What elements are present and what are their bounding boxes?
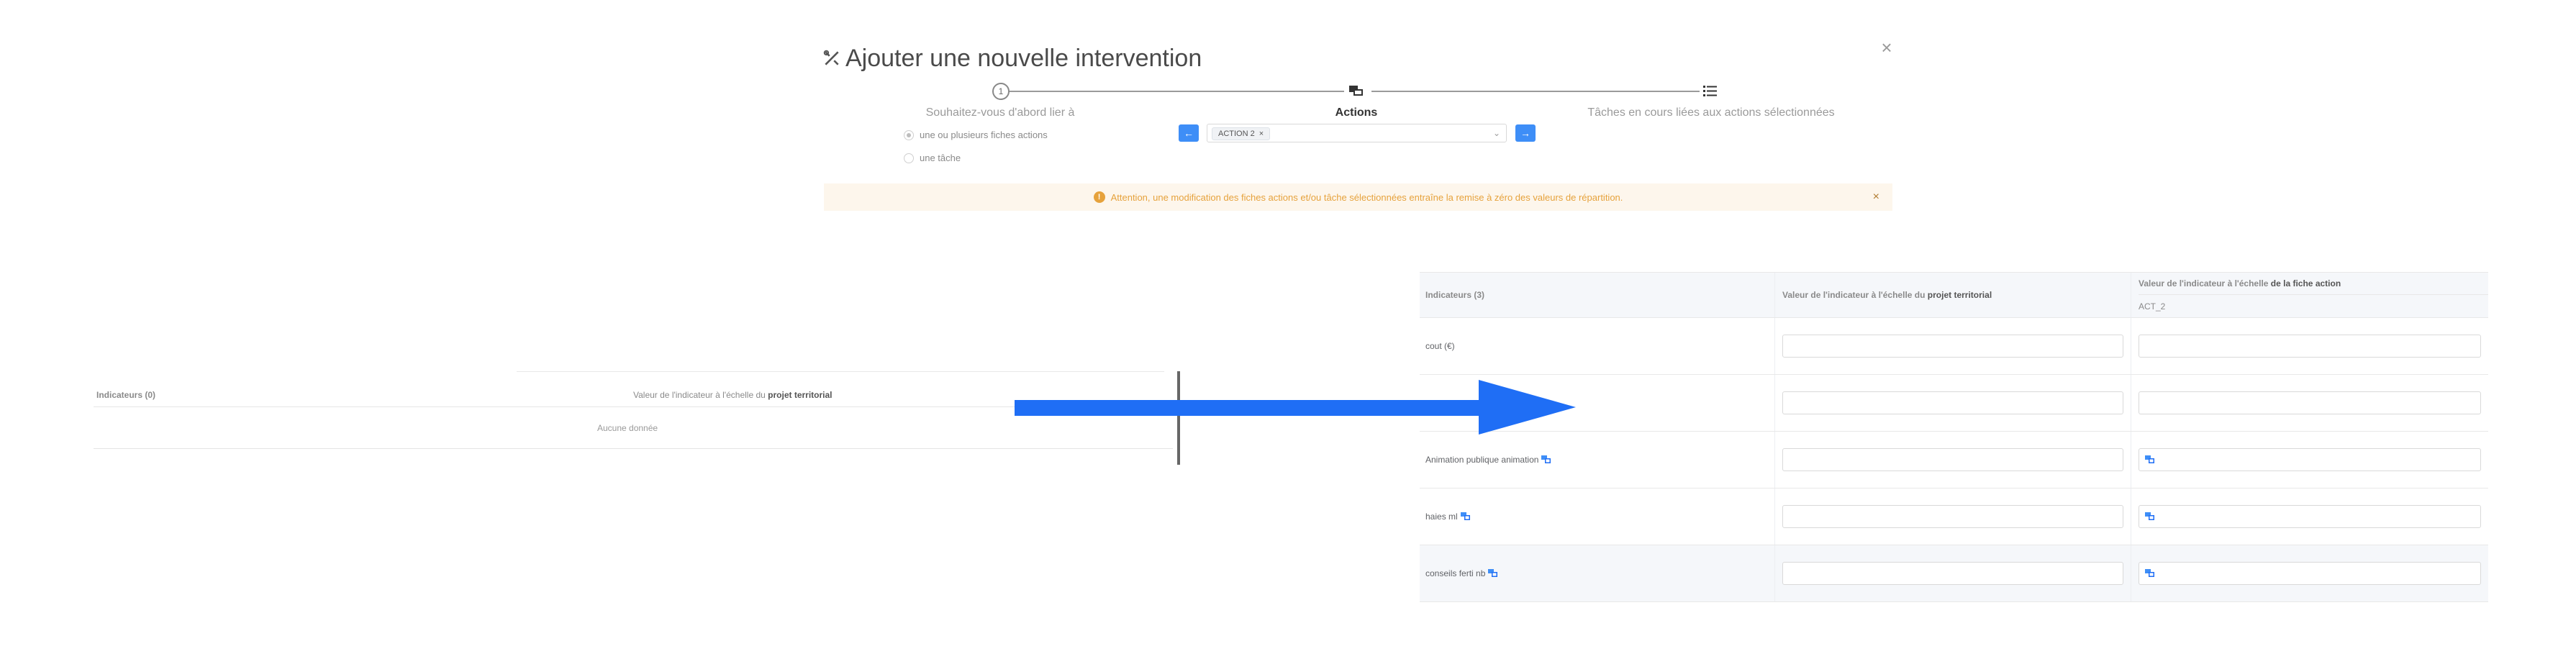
close-modal-button[interactable]: × <box>1878 38 1895 57</box>
actions-step-icon[interactable] <box>1348 84 1364 97</box>
previous-step-button[interactable]: ← <box>1179 124 1199 142</box>
step-3-label: Tâches en cours liées aux actions sélect… <box>1587 106 1835 119</box>
step-1-indicator[interactable]: 1 <box>992 83 1010 100</box>
table-row <box>1420 375 2488 432</box>
divider <box>517 371 1164 372</box>
fiche-action-value-input[interactable] <box>2139 335 2481 358</box>
territorial-value-input[interactable] <box>1782 562 2123 585</box>
table-header: Indicateurs (3) Valeur de l'indicateur à… <box>1420 273 2488 318</box>
radio-button[interactable] <box>904 153 914 163</box>
step-2-label: Actions <box>1335 106 1378 119</box>
header-value-territorial: Valeur de l'indicateur à l'échelle du pr… <box>1775 273 2131 317</box>
linked-action-icon <box>2145 512 2154 520</box>
header-value-fiche-action: Valeur de l'indicateur à l'échelle de la… <box>2131 273 2488 317</box>
indicator-label: haies ml <box>1420 488 1775 545</box>
tag-label: ACTION 2 <box>1218 129 1255 138</box>
linked-action-icon <box>1488 569 1498 577</box>
warning-icon: ! <box>1093 191 1105 203</box>
tag-remove-icon[interactable]: × <box>1259 129 1264 138</box>
table-row: cout (€) <box>1420 318 2488 375</box>
linked-action-icon <box>1460 512 1470 520</box>
fiche-action-value-input[interactable] <box>2139 448 2481 471</box>
fiche-action-value-input[interactable] <box>2139 391 2481 414</box>
actions-select[interactable]: ACTION 2 × ⌄ <box>1207 124 1507 142</box>
header-value: Valeur de l'indicateur à l'échelle du pr… <box>633 389 833 400</box>
header-indicators: Indicateurs (3) <box>1420 273 1775 317</box>
linked-action-icon <box>2145 569 2154 577</box>
indicators-table-before: Indicateurs (0) Valeur de l'indicateur à… <box>94 383 1173 449</box>
radio-label: une tâche <box>920 153 961 163</box>
territorial-value-input[interactable] <box>1782 448 2123 471</box>
indicator-label: cout (€) <box>1420 318 1775 374</box>
empty-state: Aucune donnée <box>94 407 1173 449</box>
alert-message: Attention, une modification des fiches a… <box>1110 191 1623 203</box>
territorial-value-input[interactable] <box>1782 391 2123 414</box>
fiche-action-value-input[interactable] <box>2139 562 2481 585</box>
table-row: conseils ferti nb <box>1420 545 2488 602</box>
task-list-icon[interactable] <box>1702 84 1718 97</box>
step-1-label: Souhaitez-vous d'abord lier à <box>925 106 1075 119</box>
table-row: haies ml <box>1420 488 2488 545</box>
warning-alert: ! Attention, une modification des fiches… <box>824 183 1892 211</box>
radio-fiches-actions[interactable]: une ou plusieurs fiches actions <box>904 129 1048 140</box>
transition-arrow-icon <box>1015 380 1576 435</box>
next-step-button[interactable]: → <box>1515 124 1536 142</box>
territorial-value-input[interactable] <box>1782 335 2123 358</box>
radio-button[interactable] <box>904 129 914 140</box>
stepper-line <box>1371 91 1700 92</box>
header-indicators: Indicateurs (0) <box>96 389 156 400</box>
linked-action-icon <box>1541 455 1551 463</box>
indicator-label: Animation publique animation <box>1420 432 1775 488</box>
table-row: Animation publique animation <box>1420 432 2488 488</box>
stepper-line <box>1009 91 1344 92</box>
radio-label: une ou plusieurs fiches actions <box>920 129 1048 140</box>
chevron-down-icon[interactable]: ⌄ <box>1493 128 1500 138</box>
alert-close-icon[interactable]: × <box>1873 191 1879 204</box>
fiche-action-value-input[interactable] <box>2139 505 2481 528</box>
page-title: Ajouter une nouvelle intervention <box>845 44 1202 72</box>
table-header: Indicateurs (0) Valeur de l'indicateur à… <box>94 383 1173 407</box>
indicator-label: conseils ferti nb <box>1420 545 1775 601</box>
modal-title: Ajouter une nouvelle intervention <box>822 40 1202 76</box>
header-act-code: ACT_2 <box>2139 301 2166 312</box>
territorial-value-input[interactable] <box>1782 505 2123 528</box>
linked-action-icon <box>2145 455 2154 463</box>
radio-tache[interactable]: une tâche <box>904 153 961 163</box>
indicators-table-after: Indicateurs (3) Valeur de l'indicateur à… <box>1420 272 2488 602</box>
tools-icon <box>823 50 839 65</box>
selected-action-tag: ACTION 2 × <box>1212 127 1271 140</box>
